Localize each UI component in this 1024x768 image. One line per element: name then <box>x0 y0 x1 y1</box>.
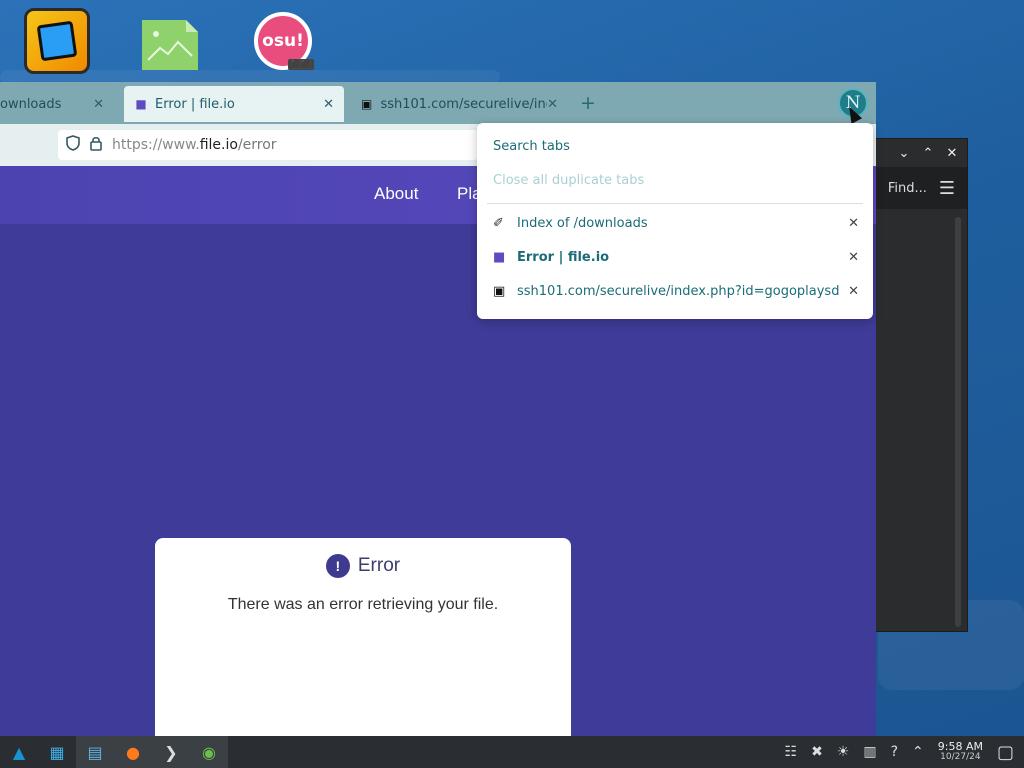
osu-label: osu! <box>262 31 304 51</box>
image-file-graphic <box>142 20 198 70</box>
help-icon[interactable]: ? <box>891 744 898 760</box>
downloads-tab-icon: ✐ <box>493 216 504 231</box>
maximize-icon[interactable]: ⌃ <box>919 146 937 161</box>
tab-list-popup: Search tabs Close all duplicate tabs ✐ I… <box>477 123 873 319</box>
hamburger-menu-icon[interactable]: ☰ <box>939 178 955 199</box>
close-icon[interactable]: ✕ <box>943 146 961 161</box>
close-icon[interactable]: ✕ <box>848 284 859 299</box>
tab-list-item-title: Error | file.io <box>517 250 610 265</box>
clock-date: 10/27/24 <box>940 752 981 762</box>
firefox-icon[interactable]: ● <box>114 736 152 768</box>
close-duplicates-label: Close all duplicate tabs <box>493 173 645 188</box>
ssh101-icon: ▣ <box>361 97 373 111</box>
url-scheme: https://www. <box>112 137 200 153</box>
close-icon[interactable]: ✕ <box>848 250 859 265</box>
ssh101-tab-icon: ▣ <box>493 284 506 299</box>
tab-title: Error | file.io <box>155 96 235 112</box>
tab-strip: ownloads ✕ ■ Error | file.io ✕ ▣ ssh101.… <box>0 82 876 124</box>
geometry-dash-icon[interactable] <box>24 8 90 74</box>
close-icon[interactable]: ✕ <box>323 97 334 112</box>
new-tab-button[interactable]: + <box>580 92 596 114</box>
find-button[interactable]: Find... <box>888 181 927 196</box>
close-icon[interactable]: ✕ <box>848 216 859 231</box>
error-message: There was an error retrieving your file. <box>227 596 499 613</box>
minimize-icon[interactable]: ⌄ <box>895 146 913 161</box>
store-icon[interactable]: ▦ <box>38 736 76 768</box>
error-heading: ! Error <box>155 554 571 578</box>
tab-list-item-title: ssh101.com/securelive/index.php?id=gogop… <box>517 284 840 299</box>
file-manager-icon[interactable]: ▤ <box>76 736 114 768</box>
usb-device-icon[interactable]: ▥ <box>863 744 876 760</box>
tab-title: ssh101.com/securelive/ind <box>380 96 548 112</box>
tab-list-item[interactable]: ✐ Index of /downloads ✕ <box>493 216 859 231</box>
search-tabs-label: Search tabs <box>493 139 570 154</box>
url-text: https://www.file.io/error <box>112 137 277 153</box>
secondary-window-toolbar: Find... ☰ <box>873 167 967 209</box>
divider <box>487 203 863 204</box>
secondary-window-titlebar: ⌄ ⌃ ✕ <box>873 139 967 167</box>
fileio-tab-icon: ■ <box>493 250 506 265</box>
volume-muted-icon[interactable]: ✖ <box>811 744 823 760</box>
clock-time: 9:58 AM <box>937 740 983 753</box>
clipboard-icon[interactable]: ☷ <box>785 744 798 760</box>
fileio-icon: ■ <box>135 97 147 111</box>
scrollbar[interactable] <box>955 217 961 627</box>
close-duplicate-tabs-item[interactable]: Close all duplicate tabs <box>493 173 859 188</box>
tray-expand-icon[interactable]: ⌃ <box>912 744 924 760</box>
terminal-icon[interactable]: ❯ <box>152 736 190 768</box>
tab-list-item[interactable]: ▣ ssh101.com/securelive/index.php?id=gog… <box>493 284 859 299</box>
secondary-window: ⌄ ⌃ ✕ Find... ☰ <box>872 138 968 632</box>
tab-list-item[interactable]: ■ Error | file.io ✕ <box>493 250 859 265</box>
taskbar: ▲ ▦ ▤ ● ❯ ◉ ☷ ✖ ☀ ▥ ? ⌃ 9:58 AM 10/27/24… <box>0 736 1024 768</box>
geometry-dash-face <box>36 20 78 62</box>
alert-icon: ! <box>325 554 350 578</box>
search-tabs-item[interactable]: Search tabs <box>493 139 859 154</box>
brightness-icon[interactable]: ☀ <box>837 744 850 760</box>
media-app-icon[interactable]: ◉ <box>190 736 228 768</box>
tab-downloads[interactable]: ownloads ✕ <box>0 86 114 122</box>
clock[interactable]: 9:58 AM 10/27/24 <box>938 741 983 763</box>
url-bar[interactable]: https://www.file.io/error <box>58 130 478 160</box>
url-host: file.io <box>199 137 238 153</box>
app-launcher-icon[interactable]: ▲ <box>0 736 38 768</box>
image-file-icon[interactable] <box>142 20 198 70</box>
osu-badge: ⬛⬛ <box>288 59 314 70</box>
error-title: Error <box>357 555 401 576</box>
system-tray: ☷ ✖ ☀ ▥ ? ⌃ 9:58 AM 10/27/24 ▢ <box>785 736 1024 768</box>
url-path: /error <box>237 137 277 153</box>
tab-list-item-title: Index of /downloads <box>517 216 648 231</box>
lock-icon[interactable] <box>90 136 102 155</box>
tab-title: ownloads <box>0 96 62 112</box>
error-card: ! Error There was an error retrieving yo… <box>155 538 571 736</box>
show-desktop-icon[interactable]: ▢ <box>997 742 1014 763</box>
nav-link-about[interactable]: About <box>374 184 418 204</box>
shield-icon[interactable] <box>66 135 80 155</box>
close-icon[interactable]: ✕ <box>547 97 558 112</box>
osu-icon[interactable]: osu! ⬛⬛ <box>254 12 314 70</box>
tab-error-fileio[interactable]: ■ Error | file.io ✕ <box>124 86 344 122</box>
close-icon[interactable]: ✕ <box>93 97 104 112</box>
tab-ssh101[interactable]: ▣ ssh101.com/securelive/ind ✕ <box>350 86 568 122</box>
